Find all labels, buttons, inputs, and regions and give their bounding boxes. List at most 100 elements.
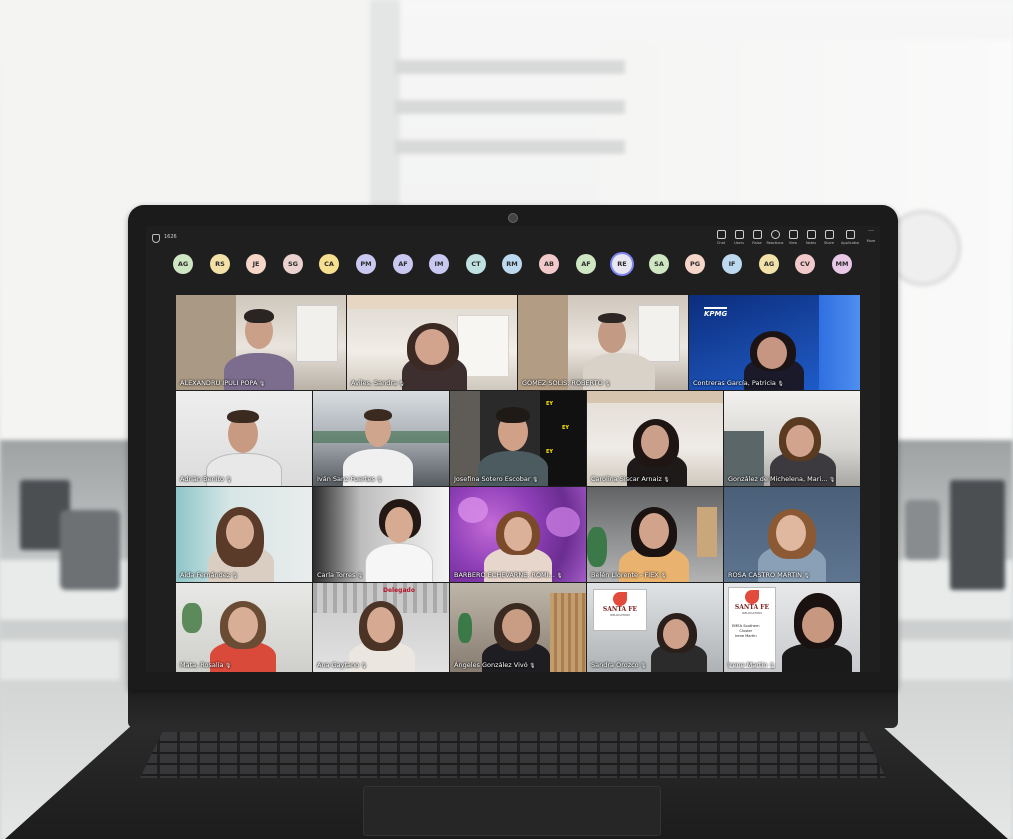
mic-icon: 🎙 bbox=[802, 573, 810, 579]
chat-icon bbox=[716, 230, 726, 239]
avatar-initials: SG bbox=[283, 254, 303, 274]
participant-avatar[interactable]: IM bbox=[424, 254, 454, 274]
avatar-initials: AG bbox=[173, 254, 193, 274]
webcam bbox=[508, 213, 518, 223]
avatar-initials: CA bbox=[319, 254, 339, 274]
participant-name: Belén Llorente - FIEX 🎙 bbox=[591, 571, 667, 579]
participant-name: Iván Sanz Fuertes 🎙 bbox=[317, 475, 383, 483]
video-tile[interactable]: Belén Llorente - FIEX 🎙 bbox=[587, 487, 723, 582]
video-tile[interactable]: Carolina Siscar Arnaiz 🎙 bbox=[587, 391, 723, 486]
video-tile[interactable]: GOMEZ SOLIS, ROBERTO 🎙 bbox=[518, 295, 688, 390]
reactions-button[interactable]: Reactions bbox=[766, 230, 784, 245]
more-icon: ··· bbox=[868, 228, 874, 235]
avatar-initials: RS bbox=[210, 254, 230, 274]
ey-logo: EY bbox=[562, 425, 570, 431]
mic-icon: 🎙 bbox=[530, 477, 539, 483]
participant-avatar[interactable]: PG bbox=[680, 254, 710, 274]
avatar-initials: JE bbox=[246, 254, 266, 274]
mic-icon: 🎙 bbox=[230, 573, 239, 579]
participant-avatar[interactable]: MM bbox=[827, 254, 857, 274]
share-button[interactable]: Share bbox=[820, 230, 838, 245]
avatar-initials: RM bbox=[502, 254, 522, 274]
participant-avatar[interactable]: CA bbox=[314, 254, 344, 274]
participant-avatar[interactable]: CV bbox=[790, 254, 820, 274]
view-button[interactable]: View bbox=[784, 230, 802, 245]
participant-avatar[interactable]: RE bbox=[607, 254, 637, 274]
raise-hand-button[interactable]: Raise bbox=[748, 230, 766, 245]
video-tile[interactable]: ALEXANDRU IPULI POPA 🎙 bbox=[176, 295, 346, 390]
participant-name: Carla Torres 🎙 bbox=[317, 571, 364, 579]
video-tile[interactable]: ROSA CASTRO MARTIN 🎙 bbox=[724, 487, 860, 582]
video-tile[interactable]: SANTA FE RELOCATION EMEA Southern Cluste… bbox=[724, 583, 860, 672]
mic-icon: 🎙 bbox=[224, 477, 232, 483]
notes-button[interactable]: Notes bbox=[802, 230, 820, 245]
video-tile[interactable]: Delegado Ana Gaytano 🎙 bbox=[313, 583, 449, 672]
participant-avatar[interactable]: AF bbox=[571, 254, 601, 274]
video-tile[interactable]: KPMG Contreras García, Patricia 🎙 bbox=[689, 295, 860, 390]
people-button[interactable]: Users bbox=[730, 230, 748, 245]
teams-meeting-window: 1626 Chat Users Raise Reactions View Not… bbox=[146, 226, 880, 672]
avatar-initials: IM bbox=[429, 254, 449, 274]
participant-name: ROSA CASTRO MARTIN 🎙 bbox=[728, 571, 810, 579]
smile-icon bbox=[770, 230, 780, 239]
share-icon bbox=[824, 230, 834, 239]
notes-icon bbox=[806, 230, 816, 239]
participant-name: BARBERO ECHEVARNE, ROMI... 🎙 bbox=[454, 571, 563, 579]
avatar-initials: AF bbox=[393, 254, 413, 274]
video-tile[interactable]: Carla Torres 🎙 bbox=[313, 487, 449, 582]
participant-name: Carolina Siscar Arnaiz 🎙 bbox=[591, 475, 670, 483]
avatar-initials: AB bbox=[539, 254, 559, 274]
video-tile[interactable]: Aida Fernández 🎙 bbox=[176, 487, 312, 582]
participant-name: GOMEZ SOLIS, ROBERTO 🎙 bbox=[522, 379, 611, 387]
video-tile[interactable]: Aviles, Sandra 🎙 bbox=[347, 295, 517, 390]
participant-avatar[interactable]: AF bbox=[388, 254, 418, 274]
participant-name: ALEXANDRU IPULI POPA 🎙 bbox=[180, 379, 266, 387]
more-button[interactable]: ··· More bbox=[862, 228, 880, 244]
participant-avatar[interactable]: JE bbox=[241, 254, 271, 274]
participant-name: Adrián Benito 🎙 bbox=[180, 475, 232, 483]
meeting-toolbar: 1626 Chat Users Raise Reactions View Not… bbox=[146, 226, 880, 250]
video-tile[interactable]: Adrián Benito 🎙 bbox=[176, 391, 312, 486]
video-tile[interactable]: EY EY EY Josefina Sotero Escobar 🎙 bbox=[450, 391, 586, 486]
participant-name: Josefina Sotero Escobar 🎙 bbox=[454, 475, 539, 483]
video-tile[interactable]: Iván Sanz Fuertes 🎙 bbox=[313, 391, 449, 486]
avatar-initials: AG bbox=[759, 254, 779, 274]
banner-text: Delegado bbox=[383, 587, 415, 594]
participant-avatar[interactable]: SG bbox=[278, 254, 308, 274]
video-tile[interactable]: Mata, Rosalía 🎙 bbox=[176, 583, 312, 672]
ey-logo: EY bbox=[546, 449, 554, 455]
mic-icon: 🎙 bbox=[223, 663, 232, 669]
keyboard bbox=[140, 732, 886, 778]
avatar-initials: CT bbox=[466, 254, 486, 274]
chat-button[interactable]: Chat bbox=[712, 230, 730, 245]
people-icon bbox=[734, 230, 744, 239]
participant-avatar[interactable]: AG bbox=[168, 254, 198, 274]
participant-name: Irene Martin 🎙 bbox=[728, 661, 776, 669]
touchpad bbox=[363, 786, 661, 836]
apps-icon bbox=[845, 230, 855, 239]
meeting-timer: 1626 bbox=[164, 234, 177, 240]
participant-avatar[interactable]: RM bbox=[497, 254, 527, 274]
participant-avatar[interactable]: CT bbox=[461, 254, 491, 274]
video-tile[interactable]: BARBERO ECHEVARNE, ROMI... 🎙 bbox=[450, 487, 586, 582]
participant-avatar[interactable]: SA bbox=[644, 254, 674, 274]
video-tile[interactable]: Ángeles González Vivó 🎙 bbox=[450, 583, 586, 672]
hand-icon bbox=[752, 230, 762, 239]
participant-avatar[interactable]: AG bbox=[754, 254, 784, 274]
apps-button[interactable]: Applications bbox=[841, 230, 859, 245]
participant-avatar[interactable]: AB bbox=[534, 254, 564, 274]
avatar-initials: PM bbox=[356, 254, 376, 274]
mic-icon: 🎙 bbox=[554, 573, 563, 579]
avatar-initials: AF bbox=[576, 254, 596, 274]
kpmg-logo: KPMG bbox=[704, 307, 728, 318]
santa-fe-banner: SANTA FE RELOCATION bbox=[593, 589, 647, 631]
participant-avatar[interactable]: IF bbox=[717, 254, 747, 274]
participant-avatar[interactable]: PM bbox=[351, 254, 381, 274]
video-tile[interactable]: González de Michelena, Mari... 🎙 bbox=[724, 391, 860, 486]
participant-avatar[interactable]: RS bbox=[205, 254, 235, 274]
video-tile[interactable]: SANTA FE RELOCATION Sandra Orozco 🎙 bbox=[587, 583, 723, 672]
mic-icon: 🎙 bbox=[638, 663, 647, 669]
view-icon bbox=[788, 230, 798, 239]
mic-icon: 🎙 bbox=[602, 381, 611, 387]
participant-name: Aida Fernández 🎙 bbox=[180, 571, 239, 579]
